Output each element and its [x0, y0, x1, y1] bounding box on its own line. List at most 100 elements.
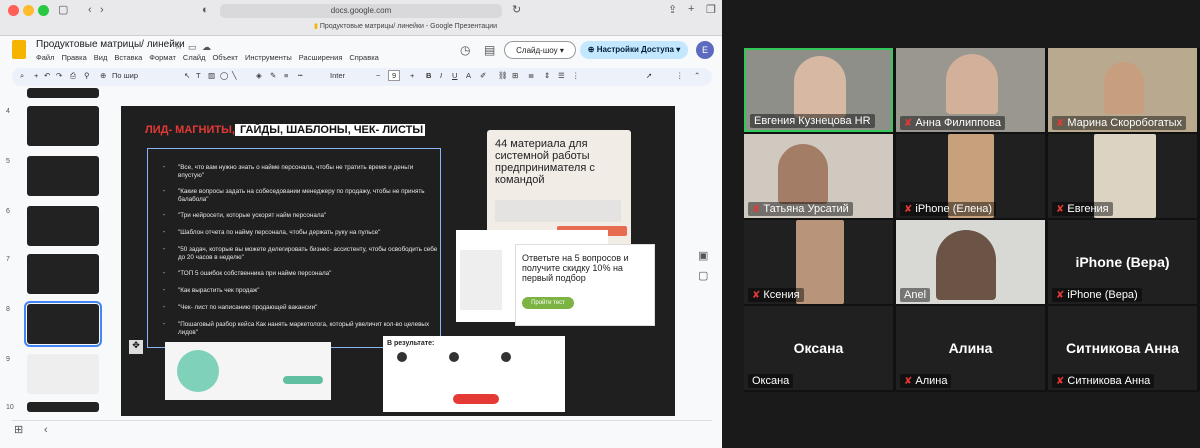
move-folder-icon[interactable]: ▭ [188, 41, 197, 53]
slide-thumbnail-8-selected[interactable] [24, 301, 102, 347]
star-icon[interactable]: ☆ [174, 41, 183, 53]
slide-thumbnail-7[interactable] [27, 254, 99, 294]
bullet-text[interactable]: "Пошаговый разбор кейса Как нанять марке… [178, 321, 438, 337]
font-select[interactable]: Inter [330, 71, 345, 80]
address-bar[interactable]: docs.google.com [220, 4, 502, 18]
slide-thumbnail-5[interactable] [27, 156, 99, 196]
bullet-text[interactable]: "Три нейросети, которые ускорят найм пер… [178, 212, 438, 220]
maximize-window-button[interactable] [38, 5, 49, 16]
slide-thumbnail-10[interactable] [27, 402, 99, 412]
sidebar-icon[interactable]: ▢ [58, 4, 68, 16]
border-weight-icon[interactable]: ≡ [284, 71, 288, 80]
bullet-text[interactable]: "50 задач, которые вы можете делегироват… [178, 246, 438, 262]
minimize-window-button[interactable] [23, 5, 34, 16]
video-tile[interactable]: iPhone (Вера) ✘ iPhone (Вера) [1048, 220, 1197, 304]
text-tool-icon[interactable]: T [196, 71, 201, 80]
keep-icon[interactable]: ▣ [698, 250, 708, 262]
slide-thumbnail-6[interactable] [27, 206, 99, 246]
tabs-overview-icon[interactable]: ❐ [706, 4, 716, 16]
video-tile[interactable]: Алина ✘ Алина [896, 306, 1045, 390]
redo-icon[interactable]: ↷ [56, 71, 62, 80]
menu-help[interactable]: Справка [349, 53, 378, 62]
bullet-text[interactable]: "Все, что вам нужно знать о найме персон… [178, 164, 438, 180]
move-handle-icon[interactable]: ✥ [129, 340, 143, 354]
tasks-icon[interactable]: ▢ [698, 270, 708, 282]
border-color-icon[interactable]: ✎ [270, 71, 276, 80]
add-slide-icon[interactable]: + [34, 71, 38, 80]
bulleted-list-icon[interactable]: ☰ [558, 71, 565, 80]
decrease-size-icon[interactable]: − [376, 71, 380, 80]
italic-icon[interactable]: I [440, 71, 442, 80]
video-tile[interactable]: Anel [896, 220, 1045, 304]
slide-title[interactable]: ЛИД- МАГНИТЫ, ГАЙДЫ, ШАБЛОНЫ, ЧЕК- ЛИСТЫ [145, 124, 426, 136]
bullet-text[interactable]: "ТОП 5 ошибок собственника при найме пер… [178, 270, 438, 278]
video-tile[interactable]: ✘ Ксения [744, 220, 893, 304]
video-tile[interactable]: Евгения Кузнецова HR [744, 48, 893, 132]
font-size-input[interactable]: 9 [388, 70, 401, 81]
highlight-icon[interactable]: ✐ [480, 71, 486, 80]
bullet-text[interactable]: "Чек- лист по написанию продающей ваканс… [178, 304, 438, 312]
menu-insert[interactable]: Вставка [114, 53, 142, 62]
slide-thumbnail-3[interactable] [27, 88, 99, 98]
print-icon[interactable]: ⎙ [70, 71, 76, 81]
bullet-text[interactable]: "Как вырастить чек продаж" [178, 287, 438, 295]
slideshow-button[interactable]: Слайд-шоу ▾ [504, 41, 576, 59]
bullet-text[interactable]: "Какие вопросы задать на собеседовании м… [178, 188, 438, 204]
document-title[interactable]: Продуктовые матрицы/ линейки [36, 39, 185, 50]
video-tile[interactable]: Оксана Оксана [744, 306, 893, 390]
slides-logo-icon[interactable] [12, 40, 26, 59]
back-icon[interactable]: ‹ [88, 4, 92, 16]
line-spacing-icon[interactable]: ⇕ [544, 71, 550, 80]
menu-slide[interactable]: Слайд [183, 53, 206, 62]
menu-tools[interactable]: Инструменты [245, 53, 292, 62]
video-tile[interactable]: ✘ Татьяна Урсатий [744, 134, 893, 218]
collapse-panel-icon[interactable]: ‹ [44, 424, 48, 436]
share-icon[interactable]: ⇪ [668, 4, 677, 16]
slide-thumbnail-9[interactable] [27, 354, 99, 394]
close-window-button[interactable] [8, 5, 19, 16]
numbered-list-icon[interactable]: ⋮ [572, 71, 580, 80]
video-tile[interactable]: ✘ Марина Скоробогатых [1048, 48, 1197, 132]
link-icon[interactable]: ⛓ [498, 71, 508, 80]
active-tab[interactable]: ▮ Продуктовые матрицы/ линейки - Google … [314, 22, 497, 30]
shape-tool-icon[interactable]: ◯ [220, 71, 228, 80]
search-menu-icon[interactable]: ⌕ [20, 71, 24, 81]
menu-edit[interactable]: Правка [61, 53, 86, 62]
video-tile[interactable]: ✘ Анна Филиппова [896, 48, 1045, 132]
line-tool-icon[interactable]: ╲ [232, 71, 237, 80]
video-tile[interactable]: ✘ Евгения [1048, 134, 1197, 218]
menu-object[interactable]: Объект [212, 53, 238, 62]
comments-icon[interactable]: ▤ [484, 44, 495, 56]
align-icon[interactable]: ≣ [528, 71, 534, 80]
zoom-icon[interactable]: ⊕ [100, 71, 106, 80]
menu-extensions[interactable]: Расширения [299, 53, 343, 62]
undo-icon[interactable]: ↶ [44, 71, 50, 80]
menu-view[interactable]: Вид [94, 53, 108, 62]
select-tool-icon[interactable]: ↖ [184, 71, 190, 80]
slide-thumbnail-4[interactable] [27, 106, 99, 146]
bold-icon[interactable]: B [426, 71, 431, 80]
forward-icon[interactable]: › [100, 4, 104, 16]
avatar[interactable]: E [696, 41, 714, 59]
more-icon[interactable]: ⋮ [676, 71, 684, 80]
reload-icon[interactable]: ↻ [512, 4, 521, 16]
add-comment-icon[interactable]: ⊞ [512, 71, 518, 80]
grid-view-icon[interactable]: ⊞ [14, 424, 23, 436]
share-button[interactable]: ⊕ Настройки Доступа ▾ [580, 41, 688, 59]
fill-color-icon[interactable]: ◈ [256, 71, 262, 80]
collapse-icon[interactable]: ⌃ [694, 71, 700, 80]
history-icon[interactable]: ◷ [460, 44, 470, 56]
image-tool-icon[interactable]: ▨ [208, 71, 215, 80]
text-color-icon[interactable]: A [466, 71, 471, 80]
zoom-select[interactable]: По шир [112, 71, 138, 80]
new-tab-icon[interactable]: + [688, 3, 694, 15]
menu-format[interactable]: Формат [149, 53, 176, 62]
pointer-mode-icon[interactable]: ➚ [646, 71, 652, 80]
underline-icon[interactable]: U [452, 71, 457, 80]
video-tile[interactable]: ✘ iPhone (Елена) [896, 134, 1045, 218]
bullet-text[interactable]: "Шаблон отчета по найму персонала, чтобы… [178, 229, 438, 237]
paint-format-icon[interactable]: ⚲ [84, 71, 90, 80]
border-dash-icon[interactable]: ┅ [298, 71, 303, 80]
increase-size-icon[interactable]: + [410, 71, 414, 80]
video-tile[interactable]: Ситникова Анна ✘ Ситникова Анна [1048, 306, 1197, 390]
